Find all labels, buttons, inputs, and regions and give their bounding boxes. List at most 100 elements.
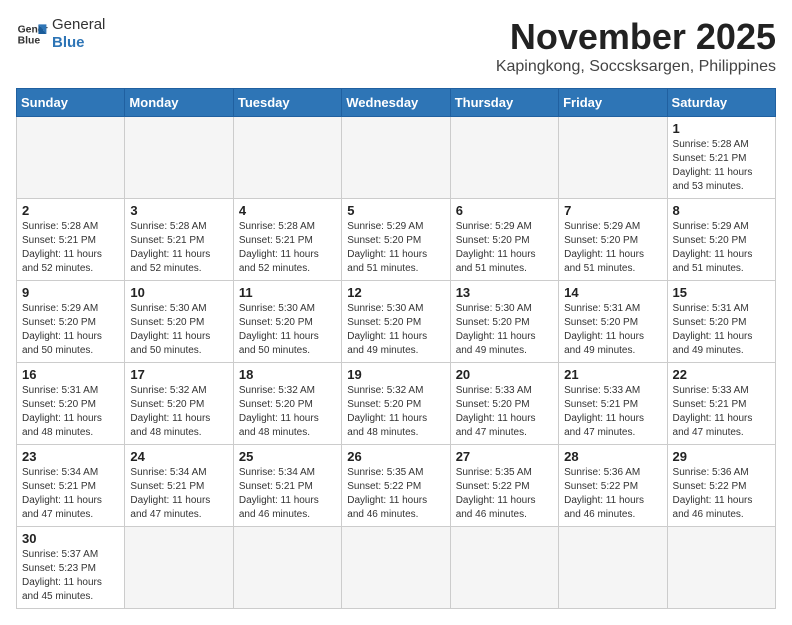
calendar-cell — [233, 527, 341, 609]
day-number: 14 — [564, 285, 661, 300]
cell-info: Sunrise: 5:29 AM Sunset: 5:20 PM Dayligh… — [347, 220, 444, 276]
day-number: 13 — [456, 285, 553, 300]
calendar-cell: 30 Sunrise: 5:37 AM Sunset: 5:23 PM Dayli… — [17, 527, 125, 609]
cell-info: Sunrise: 5:28 AM Sunset: 5:21 PM Dayligh… — [130, 220, 227, 276]
calendar-cell: 10 Sunrise: 5:30 AM Sunset: 5:20 PM Dayli… — [125, 281, 233, 363]
cell-info: Sunrise: 5:36 AM Sunset: 5:22 PM Dayligh… — [564, 466, 661, 522]
cell-info: Sunrise: 5:33 AM Sunset: 5:21 PM Dayligh… — [564, 384, 661, 440]
cell-info: Sunrise: 5:31 AM Sunset: 5:20 PM Dayligh… — [22, 384, 119, 440]
day-number: 22 — [673, 367, 770, 382]
calendar-cell: 2 Sunrise: 5:28 AM Sunset: 5:21 PM Daylig… — [17, 199, 125, 281]
calendar-week-row: 2 Sunrise: 5:28 AM Sunset: 5:21 PM Daylig… — [17, 199, 776, 281]
cell-info: Sunrise: 5:35 AM Sunset: 5:22 PM Dayligh… — [347, 466, 444, 522]
logo-blue: Blue — [52, 34, 105, 52]
cell-info: Sunrise: 5:32 AM Sunset: 5:20 PM Dayligh… — [347, 384, 444, 440]
calendar-cell: 27 Sunrise: 5:35 AM Sunset: 5:22 PM Dayli… — [450, 445, 558, 527]
calendar-cell: 25 Sunrise: 5:34 AM Sunset: 5:21 PM Dayli… — [233, 445, 341, 527]
cell-info: Sunrise: 5:34 AM Sunset: 5:21 PM Dayligh… — [22, 466, 119, 522]
calendar-cell: 14 Sunrise: 5:31 AM Sunset: 5:20 PM Dayli… — [559, 281, 667, 363]
day-number: 1 — [673, 121, 770, 136]
calendar-week-row: 30 Sunrise: 5:37 AM Sunset: 5:23 PM Dayli… — [17, 527, 776, 609]
logo-general: General — [52, 16, 105, 34]
day-number: 2 — [22, 203, 119, 218]
cell-info: Sunrise: 5:29 AM Sunset: 5:20 PM Dayligh… — [22, 302, 119, 358]
calendar-cell — [559, 117, 667, 199]
cell-info: Sunrise: 5:37 AM Sunset: 5:23 PM Dayligh… — [22, 548, 119, 604]
calendar-cell: 12 Sunrise: 5:30 AM Sunset: 5:20 PM Dayli… — [342, 281, 450, 363]
day-number: 20 — [456, 367, 553, 382]
calendar-cell: 4 Sunrise: 5:28 AM Sunset: 5:21 PM Daylig… — [233, 199, 341, 281]
weekday-header-monday: Monday — [125, 89, 233, 117]
calendar-cell — [450, 117, 558, 199]
cell-info: Sunrise: 5:33 AM Sunset: 5:21 PM Dayligh… — [673, 384, 770, 440]
calendar-cell — [233, 117, 341, 199]
day-number: 9 — [22, 285, 119, 300]
cell-info: Sunrise: 5:35 AM Sunset: 5:22 PM Dayligh… — [456, 466, 553, 522]
calendar-cell: 3 Sunrise: 5:28 AM Sunset: 5:21 PM Daylig… — [125, 199, 233, 281]
cell-info: Sunrise: 5:29 AM Sunset: 5:20 PM Dayligh… — [673, 220, 770, 276]
calendar-table: SundayMondayTuesdayWednesdayThursdayFrid… — [16, 88, 776, 609]
calendar-cell: 20Sunrise: 5:33 AM Sunset: 5:20 PM Dayli… — [450, 363, 558, 445]
weekday-header-friday: Friday — [559, 89, 667, 117]
day-number: 3 — [130, 203, 227, 218]
svg-text:Blue: Blue — [18, 36, 41, 47]
weekday-header-sunday: Sunday — [17, 89, 125, 117]
calendar-cell — [17, 117, 125, 199]
month-title: November 2025 — [496, 16, 776, 58]
day-number: 26 — [347, 449, 444, 464]
cell-info: Sunrise: 5:30 AM Sunset: 5:20 PM Dayligh… — [347, 302, 444, 358]
calendar-cell: 23 Sunrise: 5:34 AM Sunset: 5:21 PM Dayli… — [17, 445, 125, 527]
cell-info: Sunrise: 5:34 AM Sunset: 5:21 PM Dayligh… — [239, 466, 336, 522]
logo: General Blue General Blue — [16, 16, 105, 52]
day-number: 12 — [347, 285, 444, 300]
weekday-header-saturday: Saturday — [667, 89, 775, 117]
calendar-header-row: SundayMondayTuesdayWednesdayThursdayFrid… — [17, 89, 776, 117]
calendar-cell: 17Sunrise: 5:32 AM Sunset: 5:20 PM Dayli… — [125, 363, 233, 445]
cell-info: Sunrise: 5:28 AM Sunset: 5:21 PM Dayligh… — [239, 220, 336, 276]
weekday-header-tuesday: Tuesday — [233, 89, 341, 117]
calendar-cell: 1Sunrise: 5:28 AM Sunset: 5:21 PM Daylig… — [667, 117, 775, 199]
day-number: 25 — [239, 449, 336, 464]
cell-info: Sunrise: 5:29 AM Sunset: 5:20 PM Dayligh… — [456, 220, 553, 276]
calendar-cell — [342, 117, 450, 199]
calendar-cell — [450, 527, 558, 609]
calendar-cell — [342, 527, 450, 609]
calendar-cell: 11 Sunrise: 5:30 AM Sunset: 5:20 PM Dayli… — [233, 281, 341, 363]
day-number: 5 — [347, 203, 444, 218]
cell-info: Sunrise: 5:34 AM Sunset: 5:21 PM Dayligh… — [130, 466, 227, 522]
day-number: 10 — [130, 285, 227, 300]
day-number: 11 — [239, 285, 336, 300]
calendar-cell: 6 Sunrise: 5:29 AM Sunset: 5:20 PM Daylig… — [450, 199, 558, 281]
calendar-cell — [559, 527, 667, 609]
day-number: 30 — [22, 531, 119, 546]
cell-info: Sunrise: 5:30 AM Sunset: 5:20 PM Dayligh… — [239, 302, 336, 358]
calendar-cell: 18Sunrise: 5:32 AM Sunset: 5:20 PM Dayli… — [233, 363, 341, 445]
calendar-cell — [125, 527, 233, 609]
day-number: 4 — [239, 203, 336, 218]
weekday-header-wednesday: Wednesday — [342, 89, 450, 117]
cell-info: Sunrise: 5:28 AM Sunset: 5:21 PM Dayligh… — [22, 220, 119, 276]
calendar-cell: 13Sunrise: 5:30 AM Sunset: 5:20 PM Dayli… — [450, 281, 558, 363]
day-number: 6 — [456, 203, 553, 218]
calendar-cell: 15Sunrise: 5:31 AM Sunset: 5:20 PM Dayli… — [667, 281, 775, 363]
calendar-cell — [125, 117, 233, 199]
calendar-cell: 28Sunrise: 5:36 AM Sunset: 5:22 PM Dayli… — [559, 445, 667, 527]
day-number: 23 — [22, 449, 119, 464]
calendar-week-row: 9 Sunrise: 5:29 AM Sunset: 5:20 PM Daylig… — [17, 281, 776, 363]
cell-info: Sunrise: 5:30 AM Sunset: 5:20 PM Dayligh… — [130, 302, 227, 358]
page-header: General Blue General Blue November 2025 … — [16, 16, 776, 76]
calendar-cell: 29Sunrise: 5:36 AM Sunset: 5:22 PM Dayli… — [667, 445, 775, 527]
calendar-cell — [667, 527, 775, 609]
cell-info: Sunrise: 5:36 AM Sunset: 5:22 PM Dayligh… — [673, 466, 770, 522]
cell-info: Sunrise: 5:31 AM Sunset: 5:20 PM Dayligh… — [564, 302, 661, 358]
calendar-cell: 9 Sunrise: 5:29 AM Sunset: 5:20 PM Daylig… — [17, 281, 125, 363]
calendar-cell: 8 Sunrise: 5:29 AM Sunset: 5:20 PM Daylig… — [667, 199, 775, 281]
day-number: 7 — [564, 203, 661, 218]
title-section: November 2025 Kapingkong, Soccsksargen, … — [496, 16, 776, 76]
cell-info: Sunrise: 5:29 AM Sunset: 5:20 PM Dayligh… — [564, 220, 661, 276]
day-number: 24 — [130, 449, 227, 464]
cell-info: Sunrise: 5:32 AM Sunset: 5:20 PM Dayligh… — [239, 384, 336, 440]
day-number: 8 — [673, 203, 770, 218]
day-number: 27 — [456, 449, 553, 464]
calendar-cell: 24 Sunrise: 5:34 AM Sunset: 5:21 PM Dayli… — [125, 445, 233, 527]
